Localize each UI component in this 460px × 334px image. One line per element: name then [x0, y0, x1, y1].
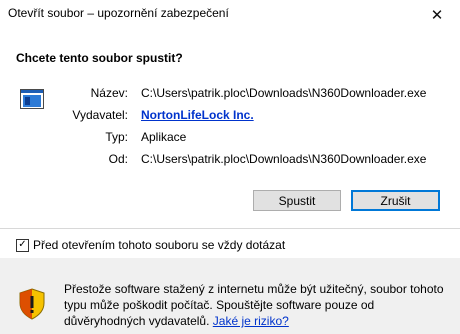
window-title: Otevřít soubor – upozornění zabezpečení — [8, 6, 229, 20]
security-shield-icon — [19, 288, 45, 320]
warning-text-block: Přestože software stažený z internetu mů… — [64, 281, 448, 329]
publisher-link[interactable]: NortonLifeLock Inc. — [141, 107, 254, 123]
checkmark-icon: ✓ — [18, 239, 27, 250]
field-row-from: Od: C:\Users\patrik.ploc\Downloads\N360D… — [0, 151, 460, 167]
run-button[interactable]: Spustit — [253, 190, 341, 211]
from-value: C:\Users\patrik.ploc\Downloads\N360Downl… — [141, 152, 427, 166]
always-ask-checkbox[interactable]: ✓ — [16, 238, 29, 252]
from-label: Od: — [108, 152, 128, 166]
field-row-type: Typ: Aplikace — [0, 129, 460, 145]
close-button[interactable]: ✕ — [414, 0, 460, 30]
divider — [0, 228, 460, 229]
title-bar: Otevřít soubor – upozornění zabezpečení … — [0, 0, 460, 30]
type-value: Aplikace — [141, 130, 187, 144]
cancel-button[interactable]: Zrušit — [351, 190, 440, 211]
name-label: Název: — [90, 86, 128, 100]
field-row-publisher: Vydavatel: NortonLifeLock Inc. — [0, 107, 460, 123]
type-label: Typ: — [105, 130, 128, 144]
risk-link[interactable]: Jaké je riziko? — [213, 314, 289, 328]
dialog-question: Chcete tento soubor spustit? — [16, 51, 183, 65]
close-icon: ✕ — [430, 7, 444, 24]
always-ask-checkbox-row[interactable]: ✓ Před otevřením tohoto souboru se vždy … — [16, 237, 285, 253]
publisher-label: Vydavatel: — [72, 108, 128, 122]
field-row-name: Název: C:\Users\patrik.ploc\Downloads\N3… — [0, 85, 460, 101]
name-value: C:\Users\patrik.ploc\Downloads\N360Downl… — [141, 86, 427, 100]
always-ask-label: Před otevřením tohoto souboru se vždy do… — [33, 238, 286, 252]
